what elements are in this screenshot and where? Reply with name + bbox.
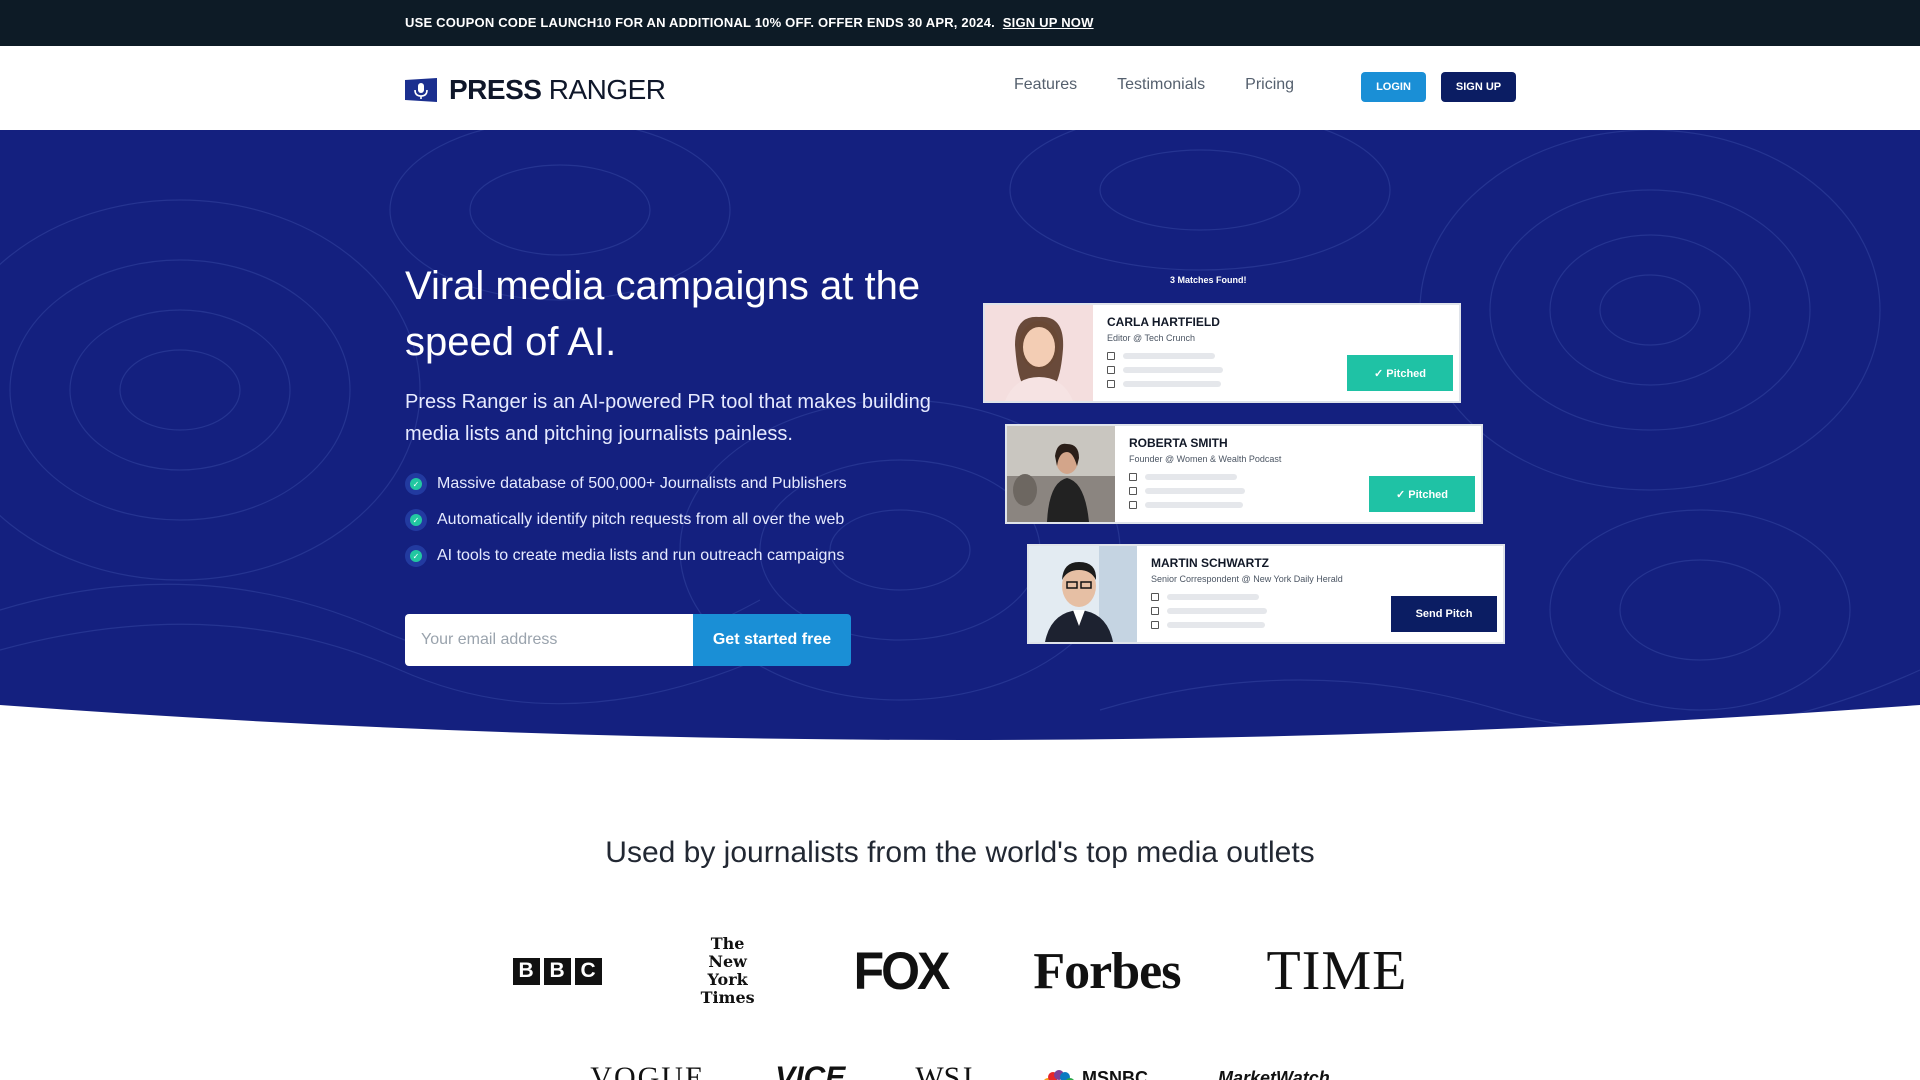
journalist-name: CARLA HARTFIELD bbox=[1107, 315, 1220, 329]
signup-button[interactable]: SIGN UP bbox=[1441, 72, 1516, 102]
topographic-pattern bbox=[0, 130, 1920, 734]
placeholder-line bbox=[1123, 380, 1221, 387]
placeholder-line bbox=[1167, 607, 1267, 614]
feature-text: Massive database of 500,000+ Journalists… bbox=[437, 475, 847, 492]
journalist-role: Editor @ Tech Crunch bbox=[1107, 333, 1196, 343]
send-pitch-button[interactable]: Send Pitch bbox=[1391, 596, 1497, 632]
card-details: CARLA HARTFIELD Editor @ Tech Crunch ✓ P… bbox=[1093, 305, 1459, 401]
promo-bar: USE COUPON CODE LAUNCH10 FOR AN ADDITION… bbox=[0, 0, 1920, 46]
brand-name: PRESS RANGER bbox=[449, 74, 666, 106]
feature-item: ✓ AI tools to create media lists and run… bbox=[405, 538, 847, 574]
journalist-name: MARTIN SCHWARTZ bbox=[1151, 556, 1269, 570]
get-started-button[interactable]: Get started free bbox=[693, 614, 851, 666]
bbc-logo: BBC bbox=[512, 957, 602, 985]
linkedin-icon bbox=[1129, 486, 1137, 495]
outlet-logos-row-2: VOGUE VICE WSJ MSNBC MarketWatch bbox=[0, 1058, 1920, 1080]
check-circle-icon: ✓ bbox=[405, 473, 427, 495]
linkedin-icon bbox=[1151, 606, 1159, 615]
site-header: PRESS RANGER Features Testimonials Prici… bbox=[0, 46, 1920, 130]
email-icon bbox=[1151, 592, 1159, 601]
feature-text: Automatically identify pitch requests fr… bbox=[437, 511, 845, 528]
placeholder-line bbox=[1123, 352, 1215, 359]
msnbc-logo: MSNBC bbox=[1042, 1067, 1148, 1080]
outlet-logos-row-1: BBC The New York Times FOX Forbes TIME bbox=[0, 935, 1920, 1007]
email-icon bbox=[1129, 472, 1137, 481]
promo-message: USE COUPON CODE LAUNCH10 FOR AN ADDITION… bbox=[405, 15, 1094, 30]
journalist-role: Senior Correspondent @ New York Daily He… bbox=[1151, 574, 1343, 584]
placeholder-line bbox=[1145, 473, 1237, 480]
peacock-icon bbox=[1044, 1070, 1074, 1080]
feature-item: ✓ Automatically identify pitch requests … bbox=[405, 502, 847, 538]
microphone-logo-icon bbox=[405, 78, 437, 102]
marketwatch-logo: MarketWatch bbox=[1218, 1067, 1330, 1080]
fox-logo: FOX bbox=[853, 941, 951, 1001]
promo-text: USE COUPON CODE LAUNCH10 FOR AN ADDITION… bbox=[405, 15, 995, 30]
hero-headline: Viral media campaigns at the speed of AI… bbox=[405, 264, 921, 364]
email-icon bbox=[1107, 351, 1115, 360]
card-details: ROBERTA SMITH Founder @ Women & Wealth P… bbox=[1115, 426, 1481, 522]
brand-name-regular: RANGER bbox=[541, 74, 666, 105]
vogue-logo: VOGUE bbox=[590, 1061, 706, 1080]
placeholder-line bbox=[1167, 593, 1259, 600]
login-button[interactable]: LOGIN bbox=[1361, 72, 1426, 102]
nav-testimonials[interactable]: Testimonials bbox=[1117, 76, 1205, 94]
journalist-photo bbox=[1029, 546, 1137, 642]
email-signup-form: Get started free bbox=[405, 614, 851, 666]
email-input[interactable] bbox=[405, 614, 693, 666]
placeholder-line bbox=[1145, 501, 1243, 508]
journalist-name: ROBERTA SMITH bbox=[1129, 436, 1228, 450]
hero-section: Viral media campaigns at the speed of AI… bbox=[0, 130, 1920, 750]
hero-bottom-curve bbox=[0, 705, 1920, 750]
outlets-heading: Used by journalists from the world's top… bbox=[605, 836, 1315, 869]
brand-name-bold: PRESS bbox=[449, 74, 542, 105]
linkedin-icon bbox=[1107, 365, 1115, 374]
journalist-card: MARTIN SCHWARTZ Senior Correspondent @ N… bbox=[1027, 544, 1505, 644]
main-nav: Features Testimonials Pricing bbox=[1014, 76, 1294, 94]
forbes-logo: Forbes bbox=[1033, 942, 1181, 1000]
checkbox-icon bbox=[1129, 500, 1137, 509]
pitched-button[interactable]: ✓ Pitched bbox=[1369, 476, 1475, 512]
wsj-logo: WSJ bbox=[915, 1061, 972, 1080]
pitched-button[interactable]: ✓ Pitched bbox=[1347, 355, 1453, 391]
nav-features[interactable]: Features bbox=[1014, 76, 1077, 94]
check-circle-icon: ✓ bbox=[405, 509, 427, 531]
journalist-photo bbox=[1007, 426, 1115, 522]
brand-logo[interactable]: PRESS RANGER bbox=[405, 74, 666, 106]
nav-pricing[interactable]: Pricing bbox=[1245, 76, 1294, 94]
time-logo: TIME bbox=[1266, 940, 1408, 1002]
feature-item: ✓ Massive database of 500,000+ Journalis… bbox=[405, 466, 847, 502]
placeholder-line bbox=[1167, 621, 1265, 628]
journalist-card: ROBERTA SMITH Founder @ Women & Wealth P… bbox=[1005, 424, 1483, 524]
journalist-photo bbox=[985, 305, 1093, 401]
promo-signup-link[interactable]: SIGN UP NOW bbox=[1003, 15, 1094, 30]
matches-count-label: 3 Matches Found! bbox=[1170, 275, 1247, 285]
checkbox-icon bbox=[1107, 379, 1115, 388]
hero-subheadline: Press Ranger is an AI-powered PR tool th… bbox=[405, 391, 931, 445]
nyt-logo: The New York Times bbox=[700, 934, 755, 1007]
check-circle-icon: ✓ bbox=[405, 545, 427, 567]
checkbox-icon bbox=[1151, 620, 1159, 629]
card-details: MARTIN SCHWARTZ Senior Correspondent @ N… bbox=[1137, 546, 1503, 642]
vice-logo: VICE bbox=[775, 1061, 846, 1080]
feature-list: ✓ Massive database of 500,000+ Journalis… bbox=[405, 466, 847, 574]
feature-text: AI tools to create media lists and run o… bbox=[437, 547, 845, 564]
journalist-card: CARLA HARTFIELD Editor @ Tech Crunch ✓ P… bbox=[983, 303, 1461, 403]
placeholder-line bbox=[1145, 487, 1245, 494]
journalist-role: Founder @ Women & Wealth Podcast bbox=[1129, 454, 1282, 464]
placeholder-line bbox=[1123, 366, 1223, 373]
